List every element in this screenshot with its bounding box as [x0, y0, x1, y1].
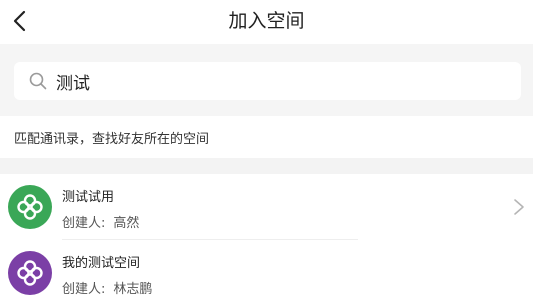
search-box[interactable] — [14, 62, 521, 100]
space-creator: 创建人: 高然 — [62, 212, 139, 231]
space-avatar — [8, 185, 52, 229]
space-avatar — [8, 251, 52, 295]
top-bar: 加入空间 — [0, 0, 533, 44]
creator-name: 林志鹏 — [113, 282, 153, 297]
space-logo-icon — [17, 260, 43, 286]
creator-label: 创建人: — [62, 216, 106, 231]
search-section — [0, 44, 533, 116]
page-title: 加入空间 — [228, 10, 305, 32]
creator-name: 高然 — [113, 216, 140, 231]
list-item-space-0[interactable]: 测试试用 创建人: 高然 — [0, 174, 533, 240]
space-name: 我的测试空间 — [62, 256, 141, 271]
search-icon — [28, 71, 48, 91]
space-name: 测试试用 — [62, 190, 115, 205]
space-logo-icon — [17, 194, 43, 220]
hint-bar: 匹配通讯录，查找好友所在的空间 — [0, 116, 533, 158]
hint-text: 匹配通讯录，查找好友所在的空间 — [14, 132, 210, 147]
result-list: 测试试用 创建人: 高然 我的测试空间 创建人: 林志鹏 — [0, 174, 533, 306]
creator-label: 创建人: — [62, 282, 106, 297]
space-creator: 创建人: 林志鹏 — [62, 278, 152, 297]
list-item-space-1[interactable]: 我的测试空间 创建人: 林志鹏 — [0, 240, 533, 306]
chevron-right-icon — [514, 199, 524, 215]
search-input[interactable] — [56, 66, 496, 96]
section-divider — [0, 158, 533, 174]
